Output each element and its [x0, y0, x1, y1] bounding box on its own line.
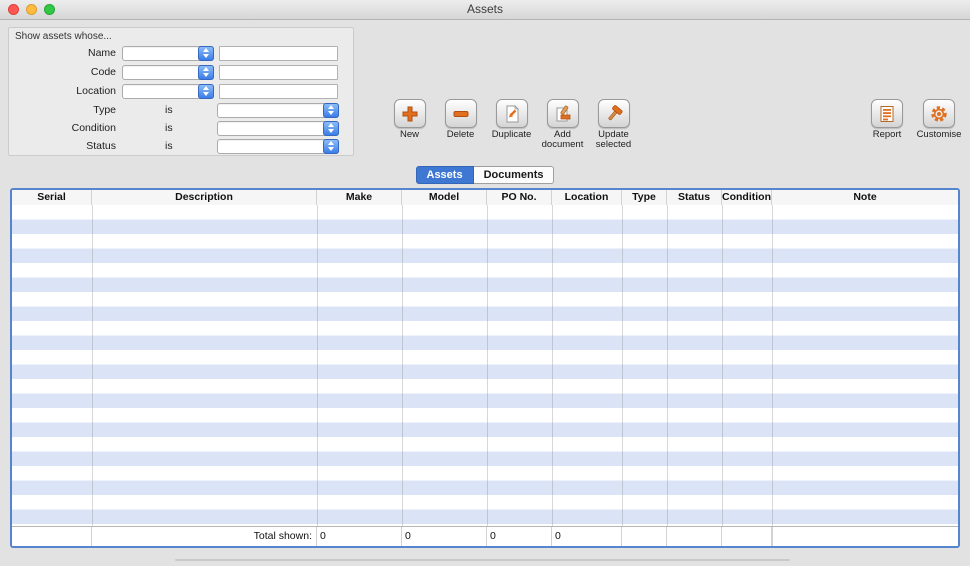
total-model-value: 0 — [402, 527, 487, 546]
gear-icon — [929, 104, 949, 124]
name-filter-dropdown[interactable] — [122, 46, 214, 61]
column-header-model[interactable]: Model — [402, 190, 487, 205]
dropdown-arrows-icon — [198, 46, 214, 61]
column-divider — [622, 205, 623, 527]
duplicate-button[interactable]: Duplicate — [486, 99, 537, 151]
duplicate-button-label: Duplicate — [492, 130, 532, 140]
location-filter-dropdown[interactable] — [122, 84, 214, 99]
type-filter-row: Type is — [9, 102, 353, 118]
column-divider — [317, 205, 318, 527]
column-header-make[interactable]: Make — [317, 190, 402, 205]
minimize-button[interactable] — [26, 4, 37, 15]
total-make-value: 0 — [317, 527, 402, 546]
total-location-value: 0 — [552, 527, 622, 546]
dropdown-arrows-icon — [323, 103, 339, 118]
type-operator-label: is — [165, 104, 177, 116]
toolbar-right: Report Customise — [861, 99, 965, 140]
tab-bar: Assets Documents — [0, 166, 970, 184]
window-controls — [8, 4, 55, 15]
plus-icon — [400, 104, 420, 124]
update-selected-button-label: Update selected — [588, 130, 639, 151]
tab-assets[interactable]: Assets — [416, 166, 474, 184]
column-divider — [92, 205, 93, 527]
column-divider — [722, 205, 723, 527]
status-operator-label: is — [165, 140, 177, 152]
location-filter-label: Location — [9, 85, 116, 97]
code-filter-dropdown[interactable] — [122, 65, 214, 80]
close-button[interactable] — [8, 4, 19, 15]
totals-type-cell — [622, 527, 667, 546]
minus-icon — [451, 104, 471, 124]
condition-operator-label: is — [165, 122, 177, 134]
add-document-button-label: Add document — [537, 130, 588, 151]
totals-condition-cell — [722, 527, 772, 546]
condition-filter-row: Condition is — [9, 120, 353, 136]
totals-note-cell — [772, 527, 773, 546]
column-divider — [402, 205, 403, 527]
total-po-value: 0 — [487, 527, 552, 546]
type-filter-dropdown[interactable] — [217, 103, 339, 118]
report-button-label: Report — [873, 130, 902, 140]
column-header-location[interactable]: Location — [552, 190, 622, 205]
totals-status-cell — [667, 527, 722, 546]
duplicate-page-icon — [502, 104, 522, 124]
delete-button[interactable]: Delete — [435, 99, 486, 151]
update-selected-button[interactable]: Update selected — [588, 99, 639, 151]
column-divider — [667, 205, 668, 527]
delete-button-label: Delete — [447, 130, 474, 140]
window-title: Assets — [0, 0, 970, 19]
type-filter-label: Type — [9, 104, 116, 116]
condition-filter-label: Condition — [9, 122, 116, 134]
column-header-condition[interactable]: Condition — [722, 190, 772, 205]
zoom-button[interactable] — [44, 4, 55, 15]
total-shown-label: Total shown: — [92, 527, 317, 546]
report-button[interactable]: Report — [861, 99, 913, 140]
location-filter-row: Location — [9, 83, 353, 99]
new-button[interactable]: New — [384, 99, 435, 151]
code-filter-row: Code — [9, 64, 353, 80]
filter-heading: Show assets whose... — [15, 31, 112, 42]
condition-filter-dropdown[interactable] — [217, 121, 339, 136]
customise-button-label: Customise — [917, 130, 962, 140]
status-filter-label: Status — [9, 140, 116, 152]
location-filter-input[interactable] — [219, 84, 338, 99]
totals-serial-cell — [12, 527, 92, 546]
column-header-serial[interactable]: Serial — [12, 190, 92, 205]
hammer-icon — [604, 104, 624, 124]
name-filter-label: Name — [9, 47, 116, 59]
table-totals-row: Total shown: 0 0 0 0 — [12, 526, 958, 546]
column-divider — [487, 205, 488, 527]
tab-documents[interactable]: Documents — [474, 166, 555, 184]
name-filter-row: Name — [9, 45, 353, 61]
filter-panel: Show assets whose... Name Code Location … — [8, 27, 354, 156]
table-header-row: Serial Description Make Model PO No. Loc… — [12, 190, 958, 206]
add-document-button[interactable]: Add document — [537, 99, 588, 151]
new-button-label: New — [400, 130, 419, 140]
dropdown-arrows-icon — [323, 139, 339, 154]
customise-button[interactable]: Customise — [913, 99, 965, 140]
dropdown-arrows-icon — [198, 65, 214, 80]
report-icon — [877, 104, 897, 124]
column-header-po-no[interactable]: PO No. — [487, 190, 552, 205]
column-header-status[interactable]: Status — [667, 190, 722, 205]
column-header-description[interactable]: Description — [92, 190, 317, 205]
code-filter-input[interactable] — [219, 65, 338, 80]
title-bar: Assets — [0, 0, 970, 20]
dropdown-arrows-icon — [198, 84, 214, 99]
add-document-icon — [553, 104, 573, 124]
assets-table: Serial Description Make Model PO No. Loc… — [10, 188, 960, 548]
toolbar: New Delete Duplicate Ad — [384, 99, 639, 151]
column-divider — [772, 205, 773, 527]
name-filter-input[interactable] — [219, 46, 338, 61]
status-filter-dropdown[interactable] — [217, 139, 339, 154]
status-filter-row: Status is — [9, 138, 353, 154]
column-header-note[interactable]: Note — [772, 190, 958, 205]
column-divider — [552, 205, 553, 527]
dropdown-arrows-icon — [323, 121, 339, 136]
horizontal-scrollbar[interactable] — [175, 559, 790, 561]
table-body[interactable] — [12, 205, 958, 527]
code-filter-label: Code — [9, 66, 116, 78]
column-header-type[interactable]: Type — [622, 190, 667, 205]
